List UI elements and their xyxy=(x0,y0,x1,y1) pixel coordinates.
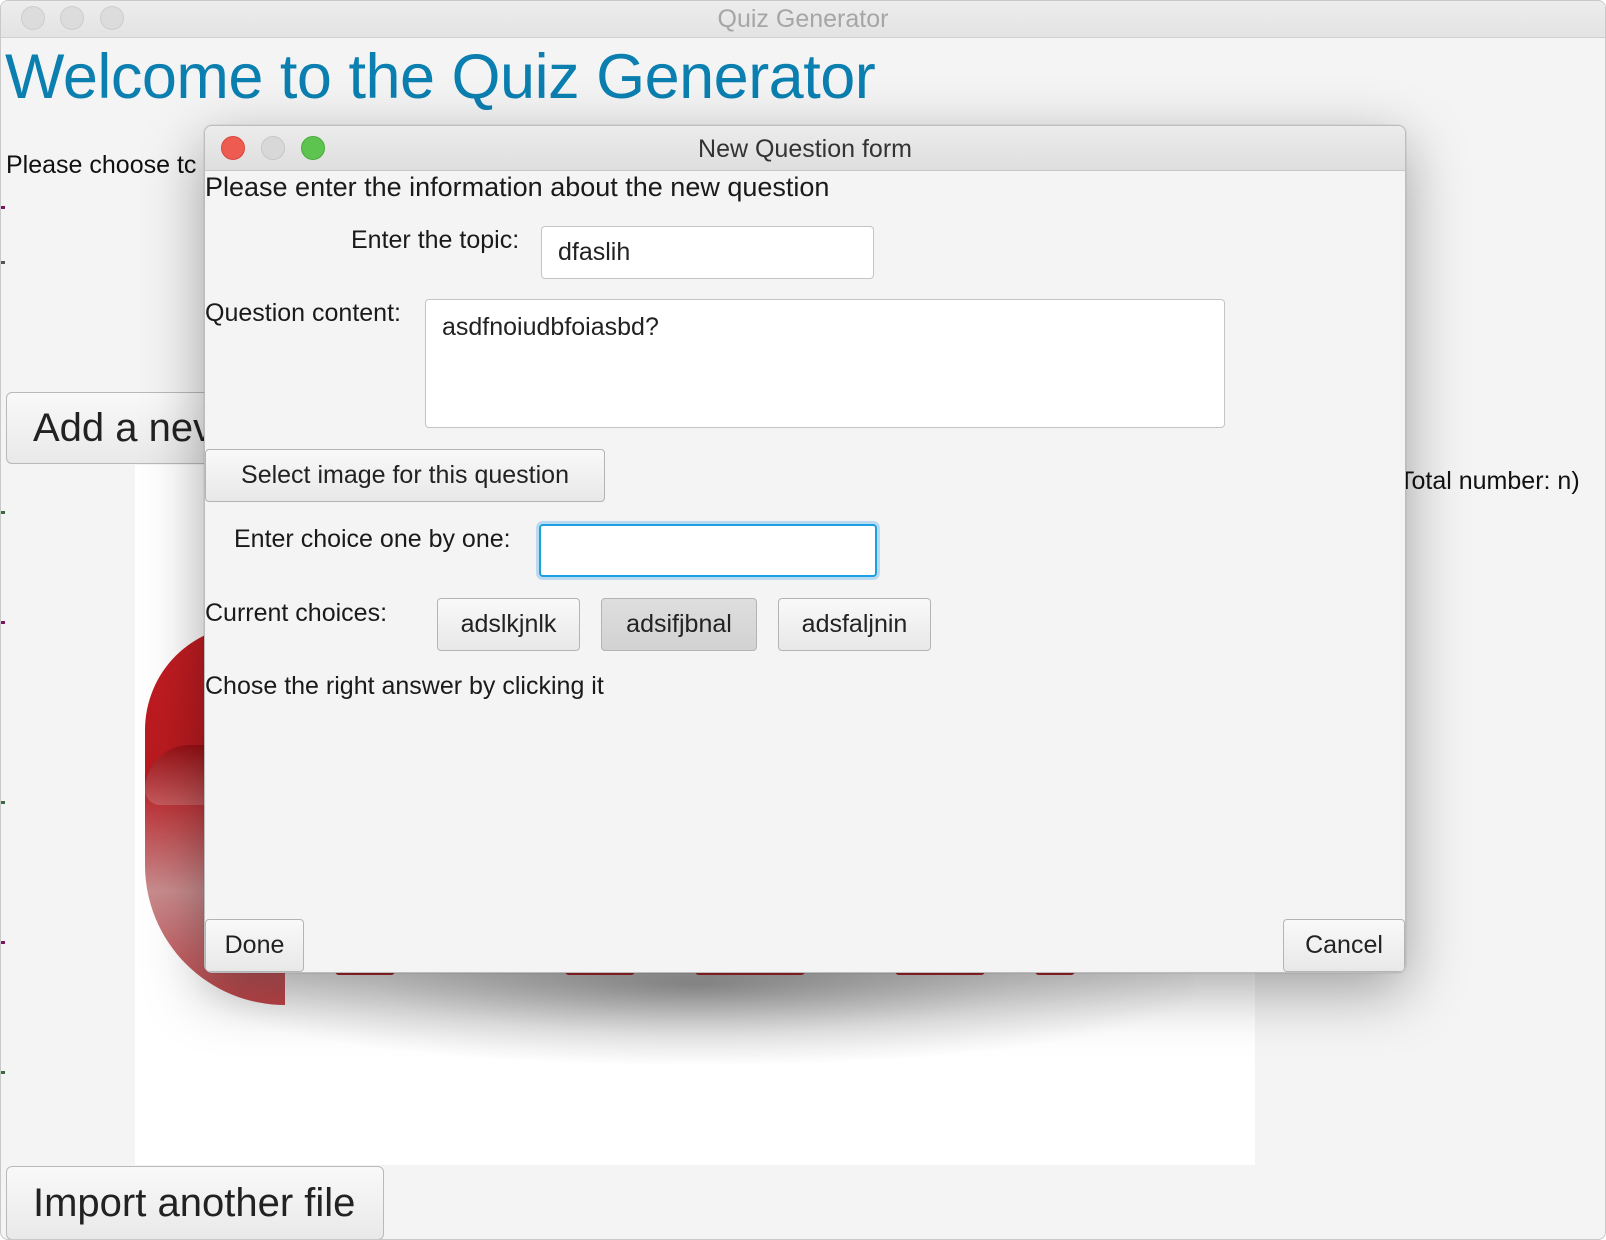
fragment-mark xyxy=(1,261,5,264)
add-new-question-button[interactable]: Add a nev xyxy=(6,392,216,464)
current-choices-label: Current choices: xyxy=(205,599,388,627)
dialog-heading: Please enter the information about the n… xyxy=(205,172,830,202)
choice-input[interactable] xyxy=(539,524,877,577)
left-edge-fragments xyxy=(1,101,9,1101)
welcome-heading: Welcome to the Quiz Generator xyxy=(5,42,876,112)
dialog-title: New Question form xyxy=(698,135,912,163)
question-content-label: Question content: xyxy=(205,299,401,327)
window-title: Quiz Generator xyxy=(717,5,889,33)
done-button[interactable]: Done xyxy=(205,919,304,972)
total-number-label: Total number: n) xyxy=(1399,467,1580,495)
topic-input[interactable] xyxy=(541,226,874,279)
fragment-mark xyxy=(1,941,5,944)
import-file-button[interactable]: Import another file xyxy=(6,1166,384,1239)
new-question-dialog: New Question form Please enter the infor… xyxy=(204,125,1406,973)
topic-label: Enter the topic: xyxy=(351,226,520,254)
choose-prompt: Please choose tс xyxy=(6,151,197,179)
choice-button[interactable]: adsifjbnal xyxy=(601,598,757,651)
fragment-mark xyxy=(1,621,5,624)
fragment-mark xyxy=(1,1071,5,1074)
main-titlebar[interactable]: Quiz Generator xyxy=(1,1,1605,38)
question-content-textarea[interactable]: asdfnoiudbfoiasbd? xyxy=(425,299,1225,428)
choice-button[interactable]: adslkjnlk xyxy=(437,598,580,651)
choice-label: Enter choice one by one: xyxy=(234,525,511,553)
dialog-titlebar[interactable]: New Question form xyxy=(205,126,1405,171)
fragment-mark xyxy=(1,206,5,209)
fragment-mark xyxy=(1,511,5,514)
select-image-button[interactable]: Select image for this question xyxy=(205,449,605,502)
fragment-mark xyxy=(1,801,5,804)
cancel-button[interactable]: Cancel xyxy=(1283,919,1405,972)
choice-button[interactable]: adsfaljnin xyxy=(778,598,931,651)
right-answer-hint: Chose the right answer by clicking it xyxy=(205,672,604,700)
